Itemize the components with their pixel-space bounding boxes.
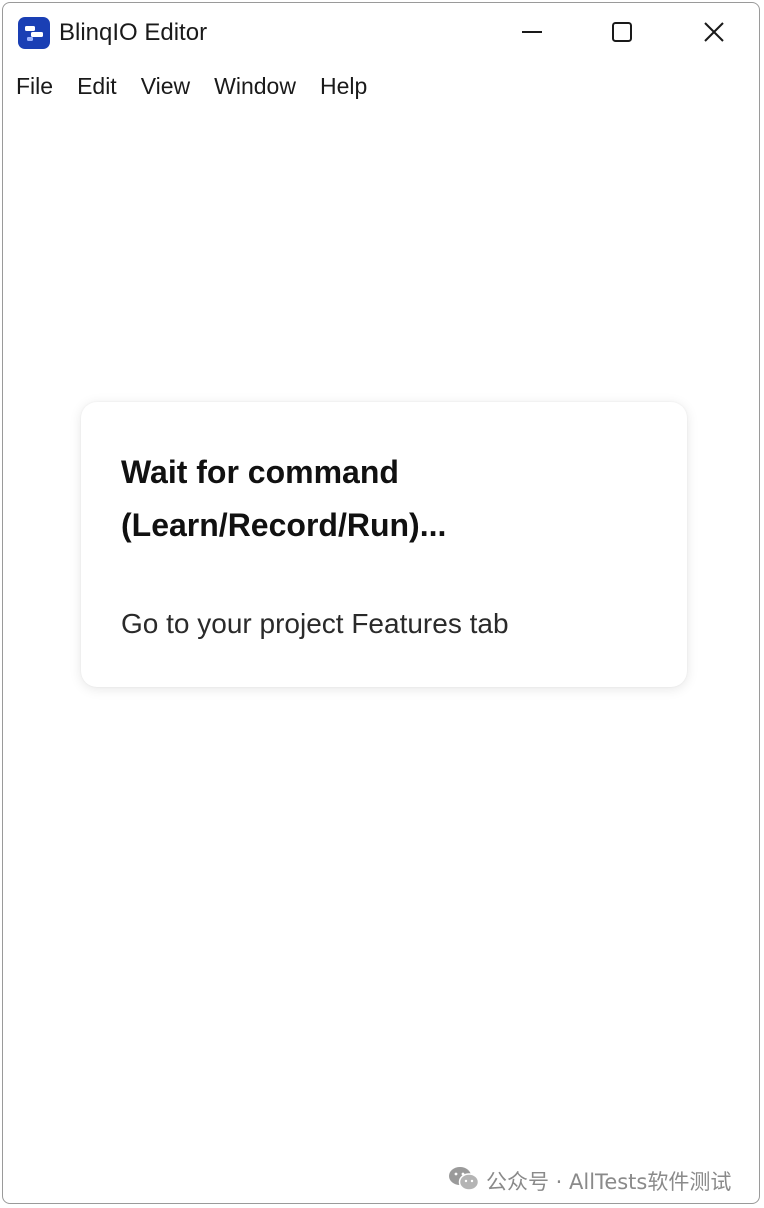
maximize-button[interactable] <box>594 11 650 57</box>
minimize-button[interactable] <box>504 11 560 57</box>
wechat-icon <box>448 1165 486 1198</box>
status-card: Wait for command (Learn/Record/Run)... G… <box>81 402 687 687</box>
menu-view[interactable]: View <box>141 69 190 104</box>
menu-help[interactable]: Help <box>320 69 367 104</box>
blinqio-logo-icon <box>18 17 50 49</box>
app-window: BlinqIO Editor File Edit View Window Hel… <box>2 2 760 1204</box>
close-icon <box>703 21 725 48</box>
close-button[interactable] <box>686 11 742 57</box>
title-bar[interactable]: BlinqIO Editor <box>3 3 759 61</box>
watermark: 公众号 · AllTests软件测试 <box>448 1163 731 1199</box>
status-heading: Wait for command (Learn/Record/Run)... <box>121 454 447 543</box>
watermark-text: 公众号 · AllTests软件测试 <box>486 1170 732 1194</box>
window-title: BlinqIO Editor <box>59 19 208 46</box>
minimize-icon <box>521 21 543 48</box>
menu-window[interactable]: Window <box>214 69 296 104</box>
maximize-icon <box>611 21 633 48</box>
menu-edit[interactable]: Edit <box>77 69 117 104</box>
status-instruction: Go to your project Features tab <box>121 608 509 639</box>
menu-file[interactable]: File <box>16 69 53 104</box>
menu-bar: File Edit View Window Help <box>3 67 378 105</box>
